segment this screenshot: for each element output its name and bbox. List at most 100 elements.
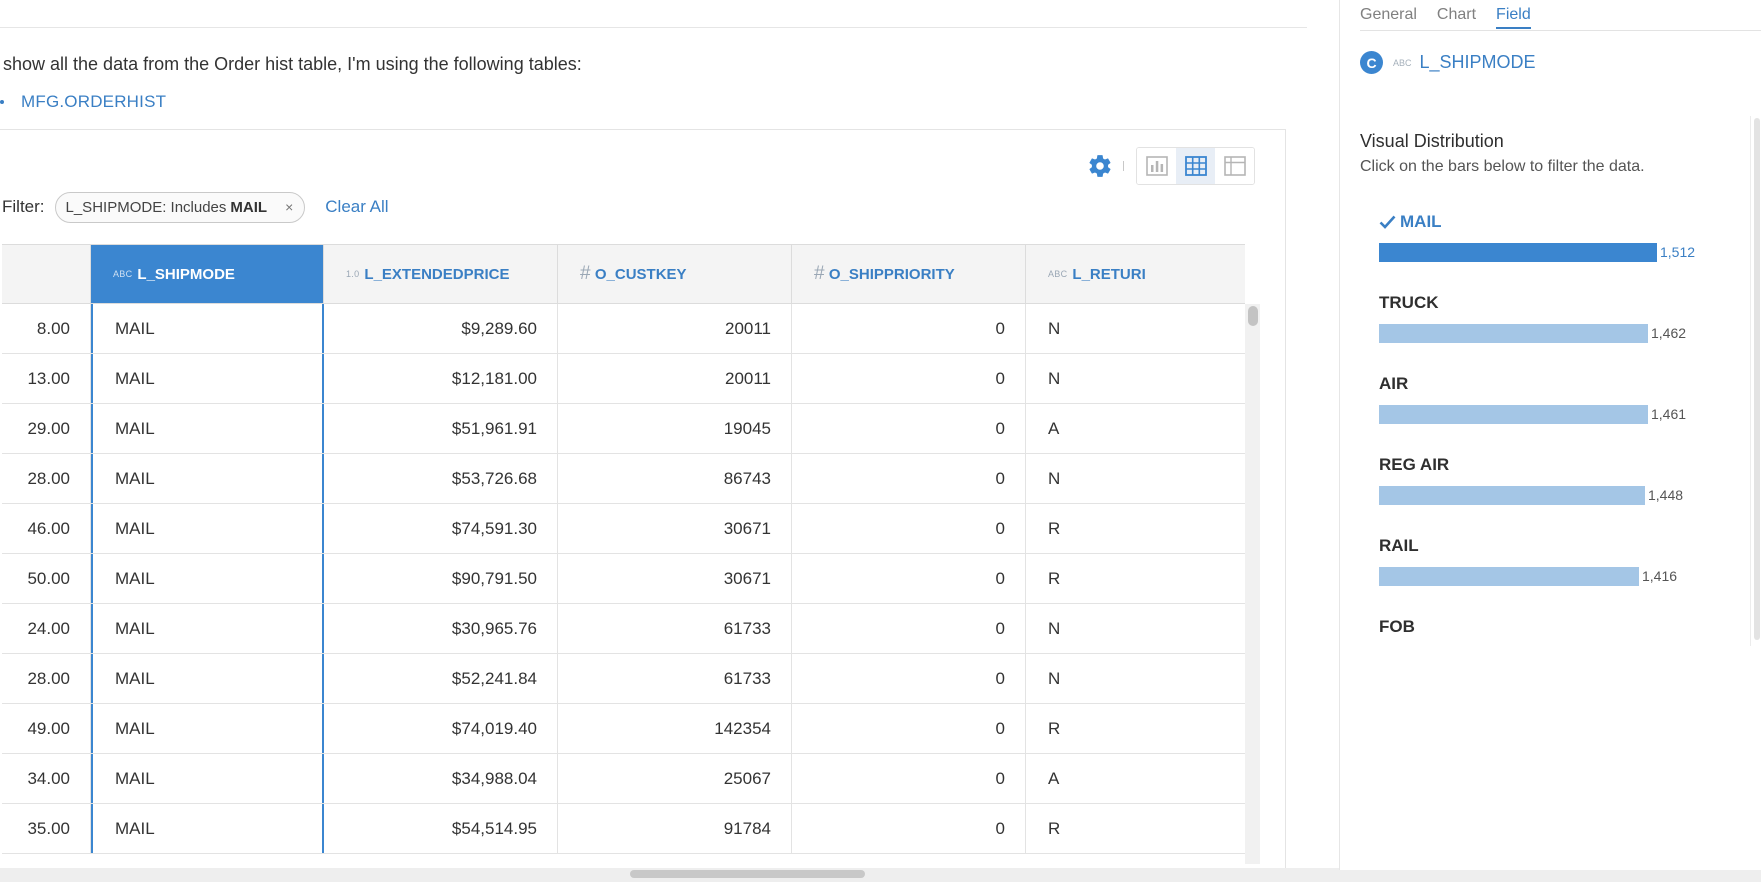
cell-l-returnflag: R [1048,518,1061,538]
cell-o-custkey: 20011 [558,304,792,353]
cell-l-extendedprice: $12,181.00 [324,354,558,403]
table-row[interactable]: 8.00 MAIL $9,289.60 20011 0 N [2,304,1245,354]
cell-l-returnflag: N [1048,668,1061,688]
distribution-count: 1,462 [1651,325,1687,341]
tab-field[interactable]: Field [1496,6,1531,29]
clear-all-link[interactable]: Clear All [325,197,388,217]
panel-scrollbar[interactable] [1750,116,1761,646]
distribution-item[interactable]: RAIL 1,416 [1379,532,1739,613]
column-header-o-custkey[interactable]: # O_CUSTKEY [558,245,792,303]
distribution-bar[interactable] [1379,486,1645,505]
column-header-l-returnflag[interactable]: ABC L_RETURI [1026,245,1245,303]
cell-o-custkey: 25067 [558,754,792,803]
distribution-count: 1,461 [1651,406,1687,422]
distribution-bar[interactable] [1379,324,1648,343]
text-type-icon: ABC [113,269,133,279]
column-header-label: L_RETURI [1072,265,1146,283]
cell-l-extendedprice: $54,514.95 [324,804,558,853]
cell-l-shipmode: MAIL [91,354,324,403]
cell-o-custkey: 20011 [558,354,792,403]
column-header-o-shippriority[interactable]: # O_SHIPPRIORITY [792,245,1026,303]
tab-general[interactable]: General [1360,6,1417,29]
table-link[interactable]: MFG.ORDERHIST [21,92,166,112]
table-row[interactable]: 50.00 MAIL $90,791.50 30671 0 R [2,554,1245,604]
filter-chip[interactable]: L_SHIPMODE: Includes MAIL × [54,191,306,223]
column-header-l-extendedprice[interactable]: 1.0 L_EXTENDEDPRICE [324,245,558,303]
cell-row-num: 29.00 [2,404,91,453]
distribution-bar[interactable] [1379,405,1648,424]
cell-l-extendedprice: $9,289.60 [324,304,558,353]
cell-o-custkey: 86743 [558,454,792,503]
horizontal-scrollbar[interactable] [0,868,1761,882]
cell-o-shippriority: 0 [792,704,1026,753]
table-row[interactable]: 29.00 MAIL $51,961.91 19045 0 A [2,404,1245,454]
table-row[interactable]: 13.00 MAIL $12,181.00 20011 0 N [2,354,1245,404]
cell-l-extendedprice: $90,791.50 [324,554,558,603]
table-row[interactable]: 24.00 MAIL $30,965.76 61733 0 N [2,604,1245,654]
cell-o-custkey: 91784 [558,804,792,853]
distribution-label-text: TRUCK [1379,293,1439,312]
chart-view-button[interactable] [1137,148,1176,184]
filter-bar: Filter: L_SHIPMODE: Includes MAIL × Clea… [2,191,389,223]
distribution-label-text: RAIL [1379,536,1419,555]
cell-o-shippriority: 0 [792,754,1026,803]
table-vertical-scrollbar[interactable] [1245,304,1260,864]
table-row[interactable]: 28.00 MAIL $52,241.84 61733 0 N [2,654,1245,704]
table-row[interactable]: 28.00 MAIL $53,726.68 86743 0 N [2,454,1245,504]
cell-row-num: 35.00 [2,804,91,853]
close-icon[interactable]: × [285,199,293,215]
column-header-label: L_EXTENDEDPRICE [364,265,510,283]
gear-icon[interactable] [1087,153,1113,179]
column-header-label: O_CUSTKEY [594,265,687,283]
tab-chart[interactable]: Chart [1437,6,1476,29]
table-view-button[interactable] [1176,148,1215,184]
cell-l-returnflag: N [1048,618,1061,638]
cell-o-shippriority: 0 [792,604,1026,653]
cell-o-custkey: 61733 [558,604,792,653]
distribution-item[interactable]: AIR 1,461 [1379,370,1739,451]
distribution-item[interactable]: FOB [1379,613,1739,694]
cell-l-extendedprice: $53,726.68 [324,454,558,503]
distribution-label-text: MAIL [1400,212,1442,231]
cell-o-shippriority: 0 [792,504,1026,553]
cell-o-custkey: 142354 [558,704,792,753]
column-header-label: L_SHIPMODE [137,265,235,283]
filter-chip-value: MAIL [230,198,268,216]
view-toolbar [1087,147,1255,185]
distribution-item[interactable]: TRUCK 1,462 [1379,289,1739,370]
column-header-row-num[interactable] [2,245,91,303]
cell-l-returnflag: R [1048,718,1061,738]
column-header-l-shipmode[interactable]: ABC L_SHIPMODE [91,245,324,303]
distribution-count: 1,416 [1642,568,1678,584]
table-row[interactable]: 49.00 MAIL $74,019.40 142354 0 R [2,704,1245,754]
distribution-bar[interactable] [1379,243,1657,262]
distribution-label: REG AIR [1379,455,1449,475]
cell-row-num: 13.00 [2,354,91,403]
cell-l-returnflag: A [1048,768,1060,788]
distribution-label: MAIL [1379,212,1442,232]
distribution-item[interactable]: REG AIR 1,448 [1379,451,1739,532]
distribution-bar[interactable] [1379,567,1639,586]
table-list: MFG.ORDERHIST [0,92,166,112]
cell-row-num: 50.00 [2,554,91,603]
field-header: C ABC L_SHIPMODE [1360,51,1536,74]
table-row[interactable]: 35.00 MAIL $54,514.95 91784 0 R [2,804,1245,854]
divider [0,27,1307,28]
distribution-label-text: FOB [1379,617,1415,636]
chart-view-icon [1145,156,1168,176]
distribution-item[interactable]: MAIL 1,512 [1379,208,1739,289]
distribution-label: AIR [1379,374,1408,394]
field-badge: C [1360,51,1383,74]
divider [1360,30,1761,31]
table-row[interactable]: 46.00 MAIL $74,591.30 30671 0 R [2,504,1245,554]
text-type-icon: ABC [1048,269,1068,279]
cell-row-num: 24.00 [2,604,91,653]
table-row[interactable]: 34.00 MAIL $34,988.04 25067 0 A [2,754,1245,804]
table-body: 8.00 MAIL $9,289.60 20011 0 N 13.00 MAIL $12,181… [2,304,1245,854]
cell-l-returnflag: N [1048,468,1061,488]
data-table: ABC L_SHIPMODE 1.0 L_EXTENDEDPRICE # O_C… [2,244,1245,864]
cell-l-shipmode: MAIL [91,404,324,453]
cell-row-num: 46.00 [2,504,91,553]
pivot-view-button[interactable] [1215,148,1254,184]
cell-o-shippriority: 0 [792,654,1026,703]
